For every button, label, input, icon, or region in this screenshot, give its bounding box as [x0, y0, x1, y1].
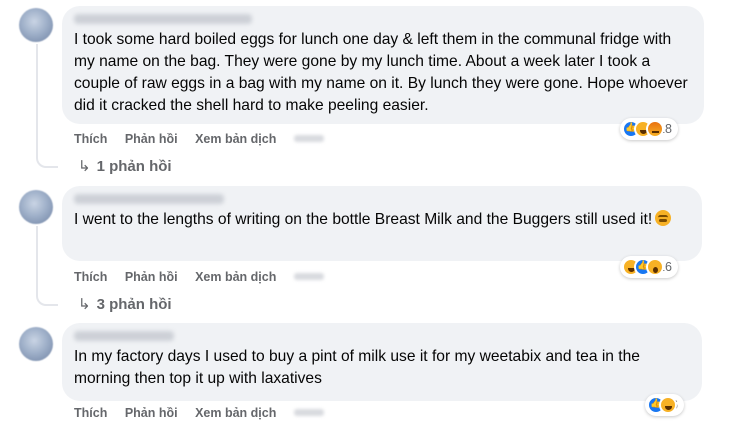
timestamp[interactable]: [293, 273, 324, 280]
view-replies-link[interactable]: ↳ 1 phản hồi: [78, 157, 172, 175]
translate-button[interactable]: Xem bản dịch: [195, 132, 276, 146]
comment-actions: Thích Phản hồi Xem bản dịch: [74, 270, 338, 284]
nauseated-face-icon: [655, 210, 672, 226]
comment-text: In my factory days I used to buy a pint …: [74, 348, 640, 387]
thread-curve: [36, 290, 58, 306]
avatar[interactable]: [19, 8, 53, 42]
comment-bubble: In my factory days I used to buy a pint …: [62, 323, 702, 401]
angry-reaction-icon: [646, 120, 664, 138]
wow-reaction-icon: [646, 258, 664, 276]
translate-button[interactable]: Xem bản dịch: [195, 270, 276, 284]
replies-label: 3 phản hồi: [96, 296, 172, 313]
like-button[interactable]: Thích: [74, 132, 107, 146]
reaction-summary[interactable]: 16: [620, 256, 678, 278]
comment-text-content: I went to the lengths of writing on the …: [74, 211, 653, 228]
thread-line: [36, 226, 38, 294]
comment-bubble: I took some hard boiled eggs for lunch o…: [62, 6, 704, 124]
avatar[interactable]: [19, 327, 53, 361]
reply-button[interactable]: Phản hồi: [125, 406, 178, 420]
reaction-summary[interactable]: 6: [645, 394, 684, 416]
like-button[interactable]: Thích: [74, 270, 107, 284]
translate-button[interactable]: Xem bản dịch: [195, 406, 276, 420]
view-replies-link[interactable]: ↳ 3 phản hồi: [78, 295, 172, 313]
thread-curve: [36, 152, 58, 168]
like-button[interactable]: Thích: [74, 406, 107, 420]
reaction-summary[interactable]: 18: [620, 118, 678, 140]
timestamp[interactable]: [293, 135, 324, 142]
comment-actions: Thích Phản hồi Xem bản dịch: [74, 406, 338, 420]
comment-author-name[interactable]: [74, 14, 252, 24]
comment-actions: Thích Phản hồi Xem bản dịch: [74, 132, 338, 146]
replies-label: 1 phản hồi: [96, 158, 172, 175]
avatar[interactable]: [19, 190, 53, 224]
timestamp[interactable]: [293, 409, 324, 416]
reply-button[interactable]: Phản hồi: [125, 270, 178, 284]
comment-text: I went to the lengths of writing on the …: [74, 209, 690, 231]
reply-arrow-icon: ↳: [78, 158, 91, 175]
thread-line: [36, 44, 38, 156]
comment-text: I took some hard boiled eggs for lunch o…: [74, 31, 688, 114]
reply-button[interactable]: Phản hồi: [125, 132, 178, 146]
comment-author-name[interactable]: [74, 331, 174, 341]
reply-arrow-icon: ↳: [78, 296, 91, 313]
comment-bubble: I went to the lengths of writing on the …: [62, 186, 702, 261]
haha-reaction-icon: [659, 396, 677, 414]
comment-author-name[interactable]: [74, 194, 224, 204]
